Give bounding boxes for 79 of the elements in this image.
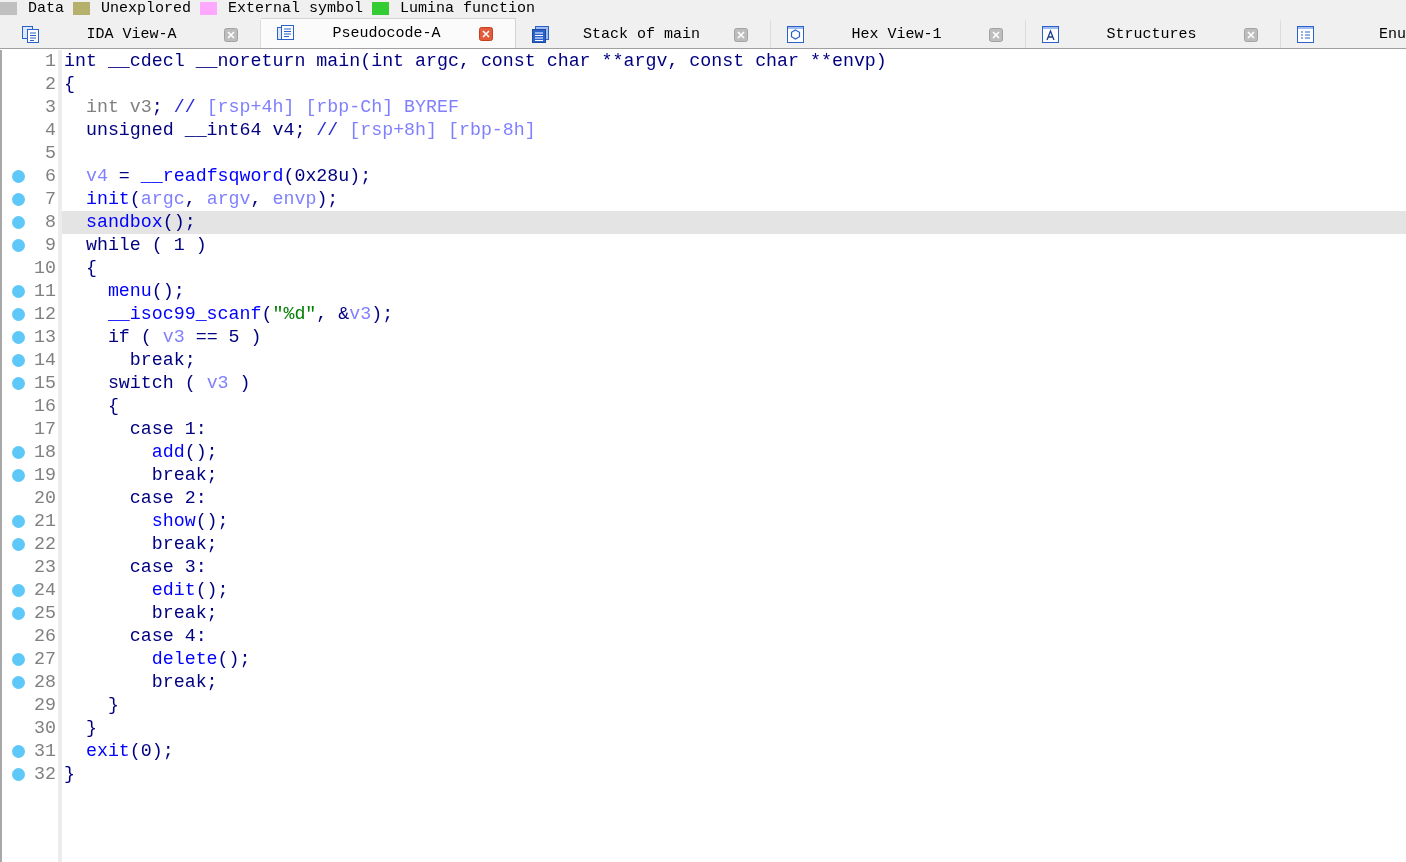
line-number: 3 <box>45 96 57 119</box>
code-line: } <box>85 717 97 740</box>
stacked-pages-icon <box>532 26 549 43</box>
document-icon <box>277 25 294 42</box>
line-number: 28 <box>34 671 57 694</box>
code-line: case 2: <box>129 487 207 510</box>
code-line: exit(0); <box>85 740 174 763</box>
tab[interactable]: Pseudocode-A <box>261 18 516 48</box>
document-list-icon <box>22 26 39 43</box>
line-number: 17 <box>34 418 57 441</box>
code-line: { <box>64 73 75 96</box>
line-number: 11 <box>34 280 57 303</box>
legend-label: Lumina function <box>400 0 536 17</box>
code-line: { <box>85 257 97 280</box>
line-number: 2 <box>45 73 57 96</box>
line-number: 8 <box>45 211 57 234</box>
line-number: 13 <box>34 326 57 349</box>
code-line: { <box>107 395 119 418</box>
line-number: 29 <box>34 694 57 717</box>
line-number: 22 <box>34 533 57 556</box>
line-number: 10 <box>34 257 57 280</box>
line-number: 26 <box>34 625 57 648</box>
code-line: break; <box>129 349 196 372</box>
line-number: 24 <box>34 579 57 602</box>
line-number: 30 <box>34 717 57 740</box>
line-number: 18 <box>34 441 57 464</box>
code-line: delete(); <box>151 648 251 671</box>
line-number: 23 <box>34 556 57 579</box>
code-line: show(); <box>151 510 229 533</box>
close-icon[interactable] <box>734 27 748 42</box>
code-line: int v3; // [rsp+4h] [rbp-Ch] BYREF <box>85 96 459 119</box>
legend-label: Unexplored <box>101 0 192 17</box>
line-number: 16 <box>34 395 57 418</box>
close-icon[interactable] <box>224 27 238 42</box>
line-number: 9 <box>45 234 57 257</box>
close-icon[interactable] <box>989 27 1003 42</box>
code-line: __isoc99_scanf("%d", &v3); <box>107 303 394 326</box>
close-icon[interactable] <box>1244 27 1258 42</box>
line-number: 20 <box>34 487 57 510</box>
code-line: v4 = __readfsqword(0x28u); <box>85 165 372 188</box>
code-line: init(argc, argv, envp); <box>85 188 339 211</box>
line-number: 7 <box>45 188 57 211</box>
line-number: 19 <box>34 464 57 487</box>
code-line: case 4: <box>129 625 207 648</box>
line-number: 25 <box>34 602 57 625</box>
code-line: case 1: <box>129 418 207 441</box>
code-line: switch ( v3 ) <box>107 372 251 395</box>
line-number: 5 <box>45 142 57 165</box>
close-icon[interactable] <box>479 26 493 41</box>
list-icon <box>1297 26 1314 43</box>
legend-label: Data <box>28 0 64 17</box>
line-number: 12 <box>34 303 57 326</box>
code-line: menu(); <box>107 280 185 303</box>
code-line: break; <box>151 464 218 487</box>
code-line: unsigned __int64 v4; // [rsp+8h] [rbp-8h] <box>85 119 536 142</box>
triangle-tile-icon <box>1042 26 1059 43</box>
line-number: 15 <box>34 372 57 395</box>
code-line: } <box>64 763 75 786</box>
line-number: 31 <box>34 740 57 763</box>
code-line: sandbox(); <box>85 211 196 234</box>
line-number: 27 <box>34 648 57 671</box>
code-line: while ( 1 ) <box>85 234 207 257</box>
code-line: break; <box>151 671 218 694</box>
line-number: 32 <box>34 763 57 786</box>
code-line: case 3: <box>129 556 207 579</box>
code-line: break; <box>151 602 218 625</box>
code-line: add(); <box>151 441 218 464</box>
code-line: int __cdecl __noreturn main(int argc, const char **argv, const char **envp) <box>64 50 887 73</box>
line-number: 1 <box>45 50 57 73</box>
code-line: break; <box>151 533 218 556</box>
line-number: 4 <box>45 119 57 142</box>
code-line: edit(); <box>151 579 229 602</box>
line-number: 6 <box>45 165 57 188</box>
line-number: 14 <box>34 349 57 372</box>
code-line: } <box>107 694 119 717</box>
hexagon-icon <box>787 26 804 43</box>
legend-label: External symbol <box>228 0 364 17</box>
code-line: if ( v3 == 5 ) <box>107 326 262 349</box>
line-number: 21 <box>34 510 57 533</box>
